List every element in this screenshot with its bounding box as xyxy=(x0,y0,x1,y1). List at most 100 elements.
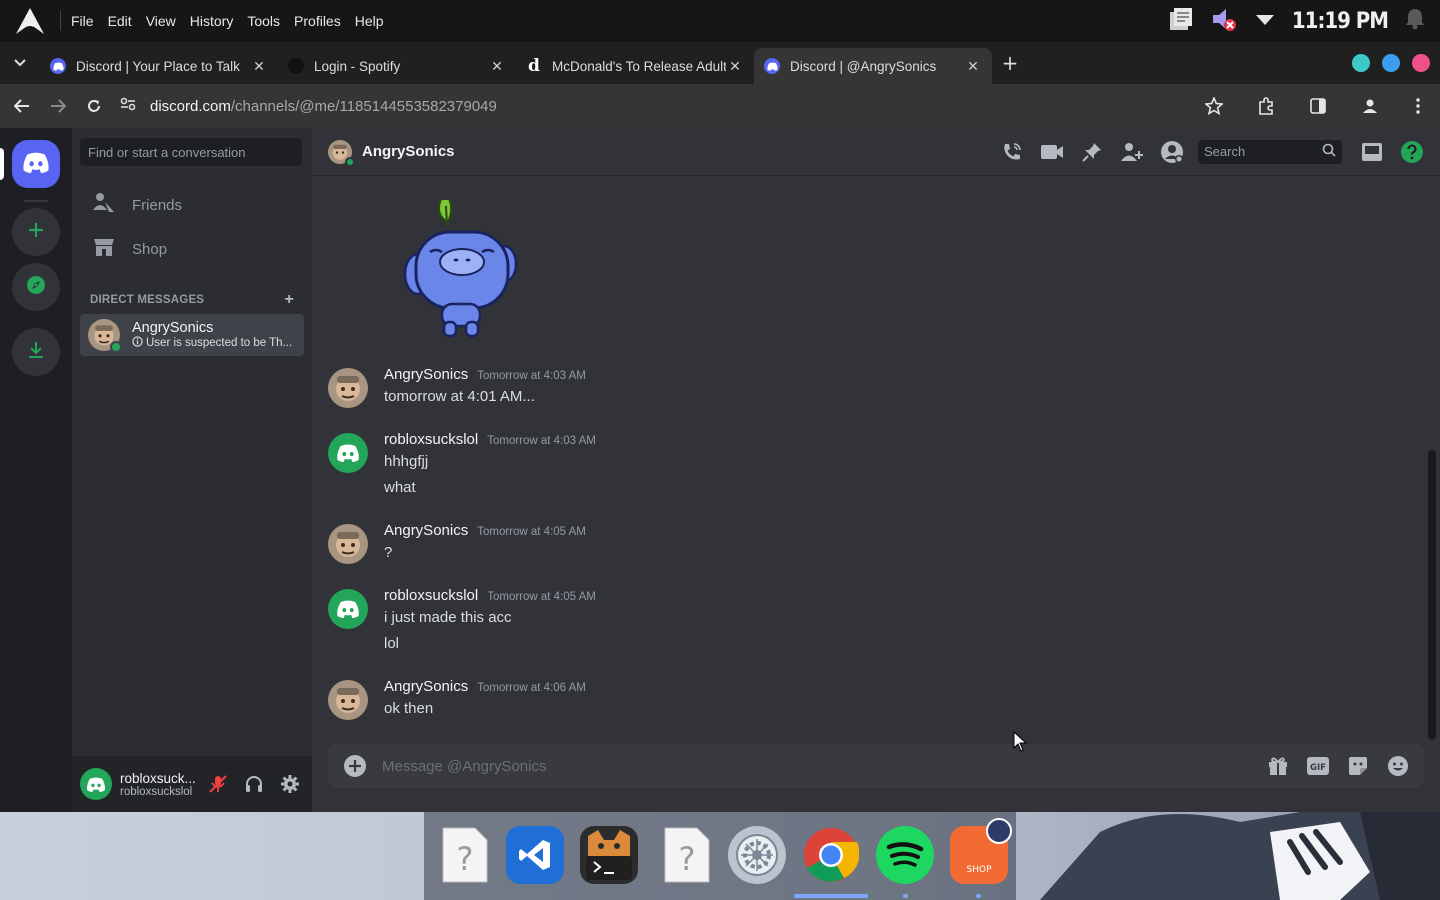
home-button[interactable] xyxy=(12,140,60,188)
notification-bell-icon[interactable] xyxy=(1404,7,1426,35)
terminal-icon[interactable] xyxy=(580,826,638,884)
message-author[interactable]: robloxsuckslol xyxy=(384,431,478,448)
help-icon[interactable] xyxy=(1392,136,1432,168)
menu-tools[interactable]: Tools xyxy=(247,13,280,29)
emoji-icon[interactable] xyxy=(1382,750,1414,782)
message[interactable]: AngrySonics Tomorrow at 4:03 AM tomorrow… xyxy=(328,366,1228,414)
pinned-messages-icon[interactable] xyxy=(1072,136,1112,168)
side-panel-icon[interactable] xyxy=(1292,98,1344,114)
maximize-button[interactable] xyxy=(1382,54,1400,72)
menu-file[interactable]: File xyxy=(71,13,94,29)
spotify-icon[interactable] xyxy=(876,826,934,884)
chrome-icon[interactable] xyxy=(802,826,860,884)
message-timestamp: Tomorrow at 4:05 AM xyxy=(487,591,596,603)
tab-close-icon[interactable]: ✕ xyxy=(250,58,268,75)
menu-help[interactable]: Help xyxy=(355,13,384,29)
avatar[interactable] xyxy=(328,589,368,629)
menu-view[interactable]: View xyxy=(146,13,176,29)
user-display-name: robloxsuck... xyxy=(120,770,196,786)
vscode-icon[interactable] xyxy=(506,826,564,884)
url-host: discord.com xyxy=(150,97,231,115)
avatar[interactable] xyxy=(328,139,355,167)
bookmark-star-icon[interactable] xyxy=(1188,97,1240,115)
browser-tab[interactable]: Login - Spotify ✕ xyxy=(278,48,516,84)
tab-close-icon[interactable]: ✕ xyxy=(964,58,982,75)
browser-tab[interactable]: Discord | Your Place to Talk ✕ xyxy=(40,48,278,84)
message-input[interactable]: Message @AngrySonics xyxy=(382,758,546,775)
menu-history[interactable]: History xyxy=(190,13,234,29)
voice-call-icon[interactable] xyxy=(992,136,1032,168)
explore-servers-button[interactable] xyxy=(12,263,60,311)
menu-profiles[interactable]: Profiles xyxy=(294,13,341,29)
close-window-button[interactable] xyxy=(1412,54,1430,72)
inbox-icon[interactable] xyxy=(1352,136,1392,168)
upload-plus-icon[interactable] xyxy=(328,754,382,778)
download-apps-button[interactable] xyxy=(12,328,60,376)
tab-close-icon[interactable]: ✕ xyxy=(488,58,506,75)
clipboard-icon[interactable] xyxy=(1166,6,1194,36)
minimize-button[interactable] xyxy=(1352,54,1370,72)
sidebar-item-friends[interactable]: Friends xyxy=(80,184,304,226)
shop-icon[interactable]: SHOP xyxy=(950,818,1012,884)
add-friend-to-dm-icon[interactable] xyxy=(1112,136,1152,168)
gear-icon[interactable] xyxy=(274,768,306,800)
extensions-puzzle-icon[interactable] xyxy=(1240,97,1292,115)
tab-title: Discord | Your Place to Talk xyxy=(76,58,240,74)
avatar[interactable] xyxy=(328,433,368,473)
browser-menu-kebab-icon[interactable] xyxy=(1396,98,1440,114)
avatar[interactable] xyxy=(328,680,368,720)
dm-item-angrysonics[interactable]: AngrySonics User is suspected to be Th..… xyxy=(80,314,304,356)
gif-icon[interactable]: GIF xyxy=(1302,750,1334,782)
find-conversation-input[interactable]: Find or start a conversation xyxy=(80,138,302,166)
message-author[interactable]: AngrySonics xyxy=(384,678,468,695)
headphones-icon[interactable] xyxy=(238,768,270,800)
user-info[interactable]: robloxsuck... robloxsuckslol xyxy=(120,771,196,798)
sidebar-item-shop[interactable]: Shop xyxy=(80,228,304,270)
window-controls xyxy=(1352,54,1440,72)
message[interactable]: robloxsuckslol Tomorrow at 4:03 AM hhhgf… xyxy=(328,431,1228,501)
forward-arrow-icon[interactable] xyxy=(40,99,76,113)
avatar[interactable] xyxy=(80,768,112,800)
tab-close-icon[interactable]: ✕ xyxy=(726,58,744,75)
tab-list-chevron-down-icon[interactable] xyxy=(0,59,40,67)
tray-dropdown-icon[interactable] xyxy=(1254,12,1276,31)
user-profile-icon[interactable] xyxy=(1152,136,1192,168)
header-search-input[interactable]: Search xyxy=(1198,139,1342,164)
clock[interactable]: 11:19 PM xyxy=(1292,9,1389,34)
address-bar[interactable]: discord.com/channels/@me/118514455358237… xyxy=(120,97,497,115)
message-text: tomorrow at 4:01 AM... xyxy=(384,388,535,405)
browser-tab[interactable]: d McDonald's To Release Adult Happy Meal… xyxy=(516,48,754,84)
message[interactable]: AngrySonics Tomorrow at 4:06 AM ok then xyxy=(328,678,1228,726)
menu-edit[interactable]: Edit xyxy=(108,13,132,29)
reload-icon[interactable] xyxy=(76,98,112,114)
download-icon xyxy=(26,340,46,364)
volume-muted-icon[interactable] xyxy=(1210,6,1238,36)
message-author[interactable]: AngrySonics xyxy=(384,366,468,383)
info-icon xyxy=(132,336,143,350)
wumpus-sticker-image[interactable] xyxy=(396,186,526,340)
unknown-file-icon[interactable]: ? xyxy=(658,826,716,884)
avatar[interactable] xyxy=(328,524,368,564)
message[interactable]: AngrySonics Tomorrow at 4:05 AM ? xyxy=(328,522,1228,570)
mic-muted-icon[interactable] xyxy=(202,768,234,800)
add-server-button[interactable] xyxy=(12,208,60,256)
browser-tab-active[interactable]: Discord | @AngrySonics ✕ xyxy=(754,48,992,84)
back-arrow-icon[interactable] xyxy=(4,99,40,113)
create-dm-plus-icon[interactable]: + xyxy=(284,291,294,309)
arch-logo-icon[interactable] xyxy=(0,0,60,42)
message-author[interactable]: AngrySonics xyxy=(384,522,468,539)
site-settings-icon[interactable] xyxy=(120,97,136,115)
unknown-file-icon[interactable]: ? xyxy=(436,826,494,884)
sticker-icon[interactable] xyxy=(1342,750,1374,782)
settings-icon[interactable] xyxy=(728,826,786,884)
profile-icon[interactable] xyxy=(1344,98,1396,114)
message[interactable]: robloxsuckslol Tomorrow at 4:05 AM i jus… xyxy=(328,587,1228,657)
message-composer[interactable]: Message @AngrySonics GIF xyxy=(328,744,1424,788)
avatar[interactable] xyxy=(328,368,368,408)
gift-icon[interactable] xyxy=(1262,750,1294,782)
message-author[interactable]: robloxsuckslol xyxy=(384,587,478,604)
chat-scrollbar[interactable] xyxy=(1428,450,1436,740)
rail-divider xyxy=(24,200,48,202)
video-call-icon[interactable] xyxy=(1032,136,1072,168)
new-tab-plus-icon[interactable]: + xyxy=(992,51,1028,75)
